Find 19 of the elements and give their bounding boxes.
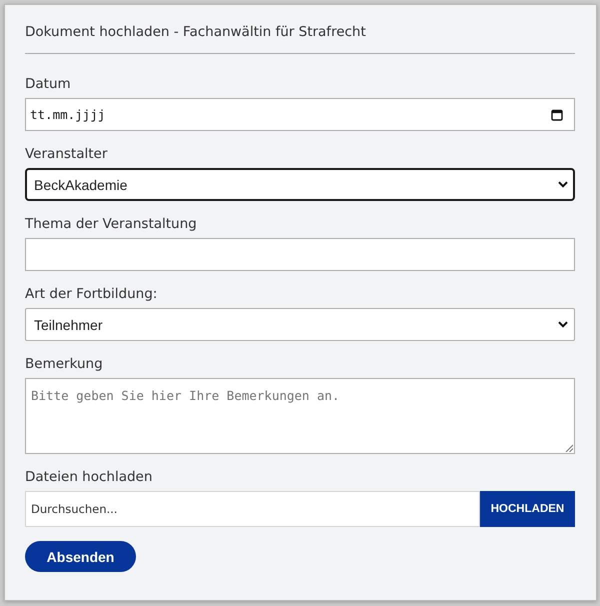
field-label: Datum (25, 75, 72, 94)
field-label: Art der Fortbildung: (25, 285, 158, 304)
text-input-field[interactable] (25, 238, 575, 271)
textarea-field[interactable]: Bitte geben Sie hier Ihre Bemerkungen an. (25, 378, 575, 454)
chevron-down-icon (558, 321, 568, 328)
field-label: Veranstalter (25, 145, 108, 164)
select-field[interactable]: BeckAkademie (25, 168, 575, 201)
select-field[interactable]: Teilnehmer (25, 308, 575, 341)
resize-grip-icon[interactable] (565, 444, 573, 452)
field-label: Dateien hochladen (25, 468, 154, 487)
file-input-field[interactable]: Durchsuchen... (25, 491, 480, 527)
upload-button[interactable]: HOCHLADEN (480, 491, 575, 527)
calendar-icon[interactable] (551, 108, 563, 120)
field-label: Bemerkung (25, 355, 104, 374)
field-label: Thema der Veranstaltung (25, 215, 198, 234)
submit-button[interactable]: Absenden (25, 541, 136, 572)
dialog-title: Dokument hochladen - Fachanwältin für Strafrecht (25, 23, 367, 42)
date-field[interactable]: tt.mm.jjjj (25, 98, 575, 131)
chevron-down-icon (558, 181, 568, 188)
